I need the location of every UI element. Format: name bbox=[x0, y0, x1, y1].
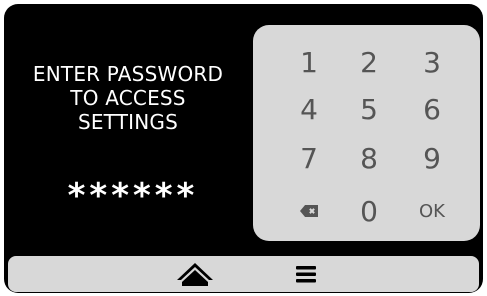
home-icon bbox=[177, 263, 213, 286]
key-4[interactable]: 4 bbox=[281, 86, 337, 132]
key-9[interactable]: 9 bbox=[404, 135, 460, 181]
key-2[interactable]: 2 bbox=[341, 39, 397, 85]
ok-button[interactable]: OK bbox=[404, 188, 460, 234]
key-3[interactable]: 3 bbox=[404, 39, 460, 85]
password-prompt: ENTER PASSWORD TO ACCESS SETTINGS bbox=[14, 62, 242, 134]
home-button[interactable] bbox=[173, 260, 217, 288]
key-0[interactable]: 0 bbox=[341, 188, 397, 234]
bottom-navbar bbox=[8, 256, 479, 292]
menu-button[interactable] bbox=[284, 260, 328, 288]
key-7[interactable]: 7 bbox=[281, 135, 337, 181]
key-1[interactable]: 1 bbox=[281, 39, 337, 85]
prompt-line-3: SETTINGS bbox=[77, 110, 179, 134]
backspace-button[interactable] bbox=[281, 188, 337, 234]
keypad: 1 2 3 4 5 6 7 8 9 0 OK bbox=[253, 25, 480, 241]
screen: ENTER PASSWORD TO ACCESS SETTINGS ******… bbox=[4, 4, 483, 293]
prompt-line-2: TO ACCESS bbox=[70, 86, 186, 110]
key-5[interactable]: 5 bbox=[341, 86, 397, 132]
key-6[interactable]: 6 bbox=[404, 86, 460, 132]
prompt-line-1: ENTER PASSWORD bbox=[32, 62, 224, 86]
key-8[interactable]: 8 bbox=[341, 135, 397, 181]
password-field: ****** bbox=[67, 176, 199, 216]
backspace-icon bbox=[300, 205, 318, 217]
menu-icon bbox=[296, 266, 316, 283]
